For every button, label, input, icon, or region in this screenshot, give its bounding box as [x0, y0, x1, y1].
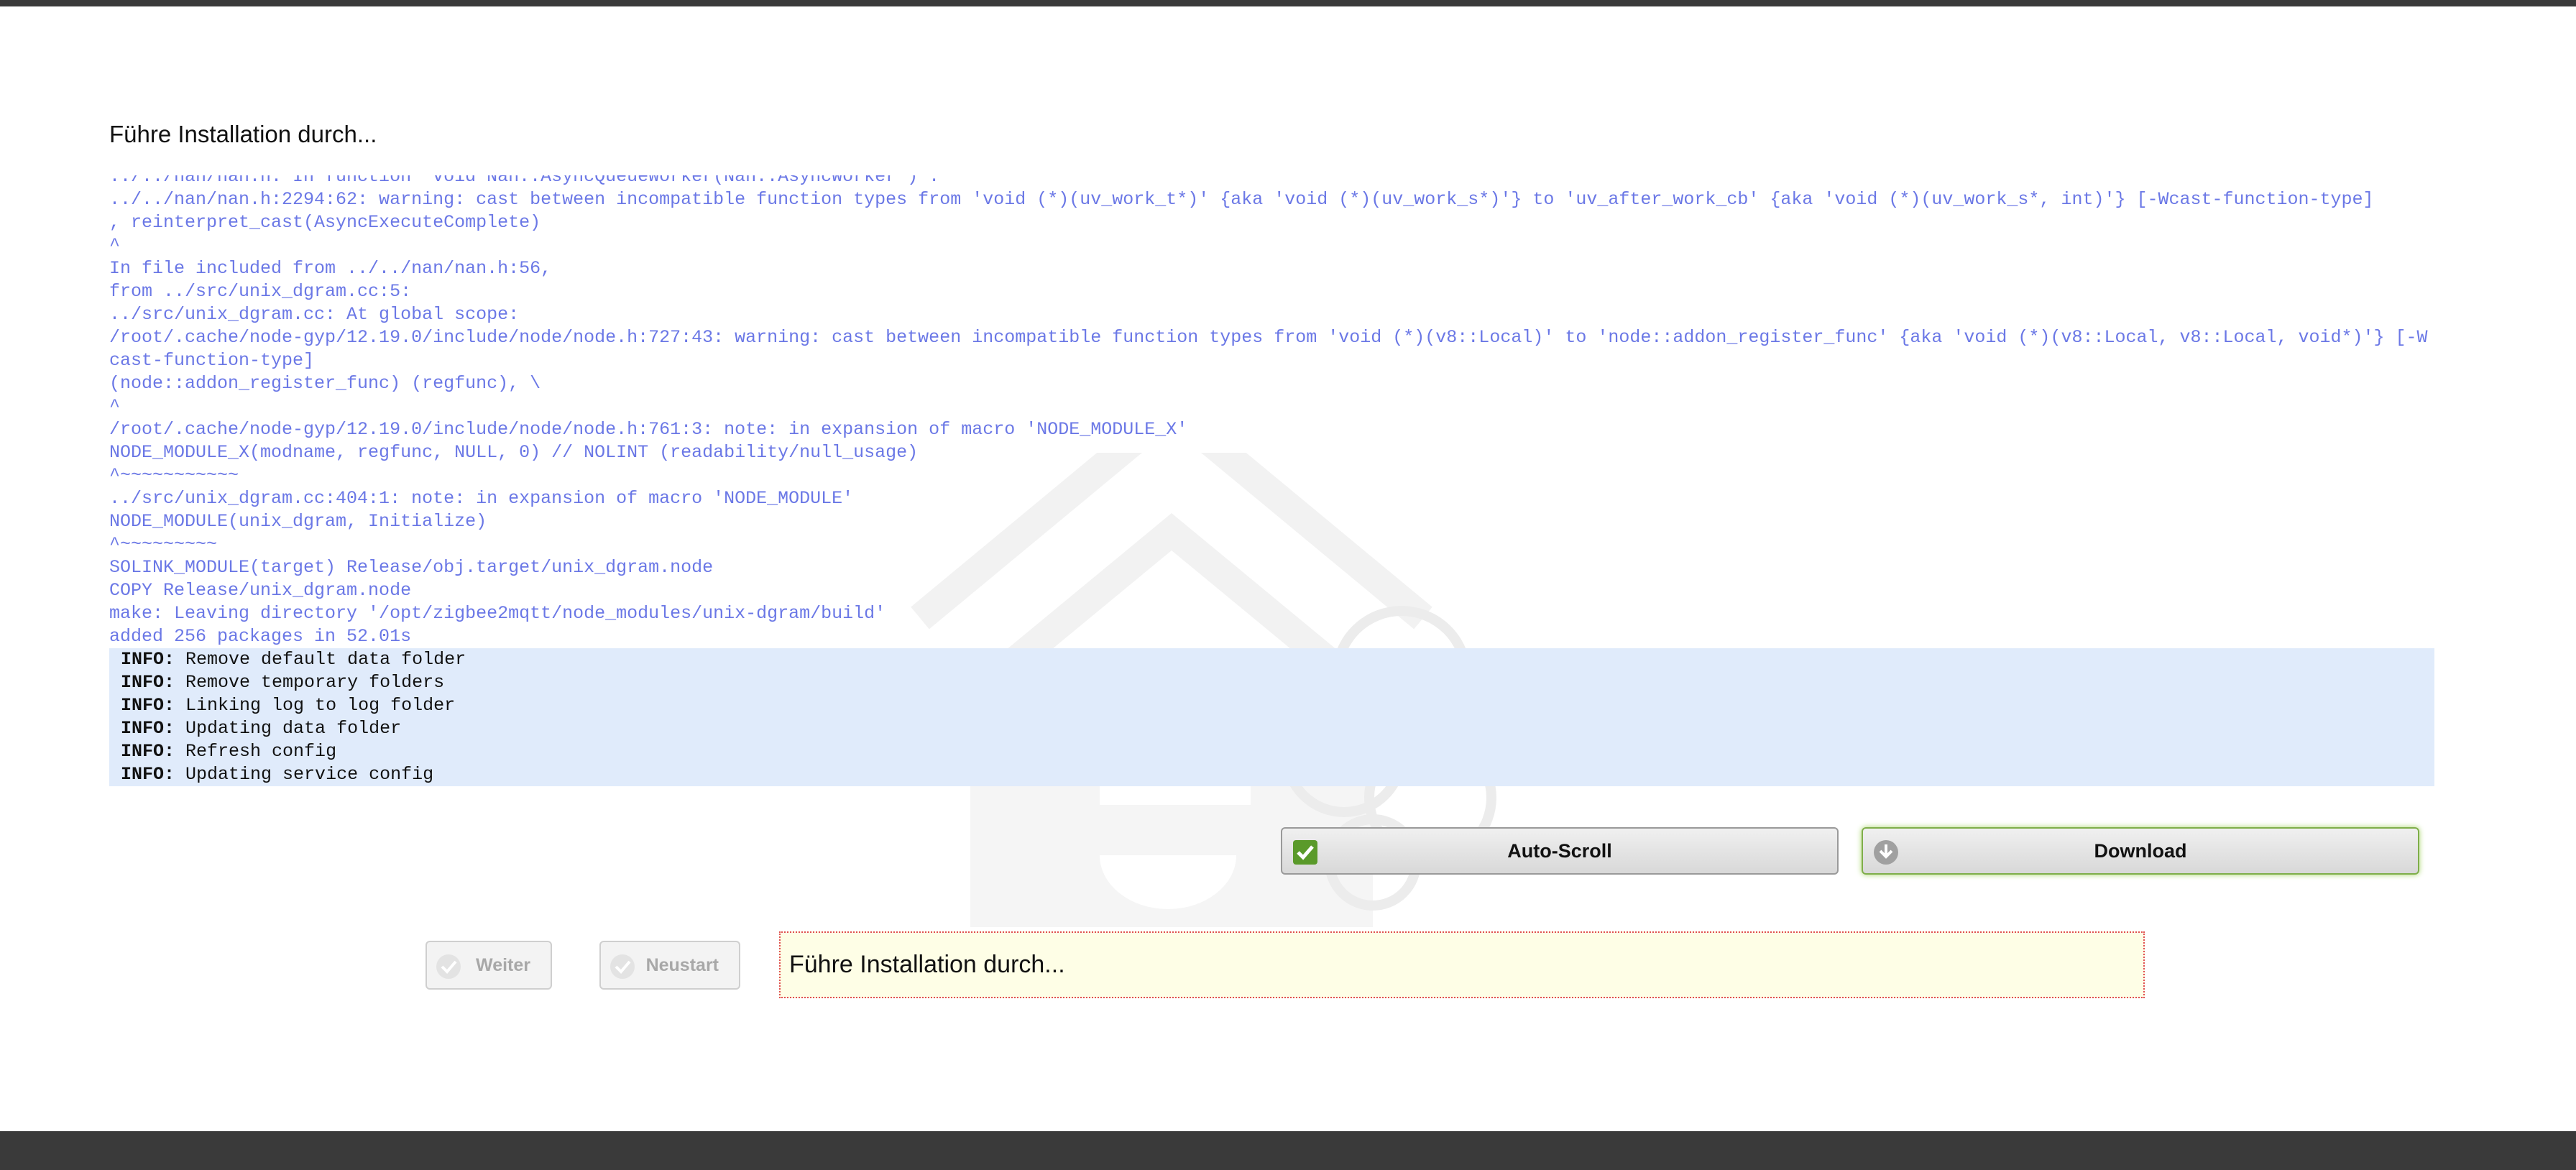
info-prefix: INFO:	[121, 741, 175, 762]
weiter-label: Weiter	[476, 954, 530, 975]
log-line: ^	[109, 235, 121, 256]
log-line: ../../nan/nan.h:2294:62: warning: cast b…	[109, 189, 2374, 210]
log-line: ../src/unix_dgram.cc: At global scope:	[109, 304, 520, 325]
info-line: INFO: Updating data folder	[121, 717, 2434, 740]
info-prefix: INFO:	[121, 764, 175, 785]
status-message: Führe Installation durch...	[779, 931, 2145, 998]
log-line: ../../nan/nan.h: In function 'void Nan::…	[109, 175, 940, 187]
log-line: added 256 packages in 52.01s	[109, 626, 412, 647]
info-line: INFO: Remove temporary folders	[121, 671, 2434, 694]
download-label: Download	[2094, 839, 2187, 862]
checkmark-icon	[610, 954, 635, 979]
page-title: Führe Installation durch...	[109, 121, 377, 147]
info-prefix: INFO:	[121, 649, 175, 670]
info-text: Remove default data folder	[185, 649, 466, 670]
info-prefix: INFO:	[121, 718, 175, 739]
bottom-frame-bar	[0, 1131, 2576, 1170]
log-line: , reinterpret_cast(AsyncExecuteComplete)	[109, 212, 541, 233]
top-frame-bar	[0, 0, 2576, 6]
info-text: Updating data folder	[185, 718, 402, 739]
info-block: INFO: Remove default data folder INFO: R…	[109, 648, 2434, 786]
log-line: ^	[109, 396, 121, 417]
log-line: make: Leaving directory '/opt/zigbee2mqt…	[109, 603, 886, 624]
log-line: ../src/unix_dgram.cc:404:1: note: in exp…	[109, 488, 854, 509]
info-line: INFO: Updating service config	[121, 763, 2434, 786]
download-arrow-icon	[1874, 840, 1898, 865]
checkbox-checked-icon	[1293, 840, 1317, 865]
info-text: Remove temporary folders	[185, 672, 445, 693]
log-line: /root/.cache/node-gyp/12.19.0/include/no…	[109, 419, 1188, 440]
info-text: Refresh config	[185, 741, 337, 762]
info-text: Linking log to log folder	[185, 695, 456, 716]
log-line: COPY Release/unix_dgram.node	[109, 580, 412, 601]
neustart-label: Neustart	[645, 954, 719, 975]
info-line: INFO: Linking log to log folder	[121, 694, 2434, 717]
log-line: (node::addon_register_func) (regfunc), \	[109, 373, 541, 394]
checkmark-icon	[436, 954, 461, 979]
log-line: from ../src/unix_dgram.cc:5:	[109, 281, 412, 302]
download-button[interactable]: Download	[1862, 827, 2419, 875]
log-line: /root/.cache/node-gyp/12.19.0/include/no…	[109, 327, 2428, 371]
weiter-button[interactable]: Weiter	[426, 941, 552, 990]
info-line: INFO: Refresh config	[121, 740, 2434, 763]
neustart-button[interactable]: Neustart	[599, 941, 740, 990]
log-line: In file included from ../../nan/nan.h:56…	[109, 258, 552, 279]
info-line: INFO: Remove default data folder	[121, 648, 2434, 671]
install-log[interactable]: ../../nan/nan.h: In function 'void Nan::…	[109, 175, 2434, 815]
auto-scroll-button[interactable]: Auto-Scroll	[1281, 827, 1839, 875]
log-line: ^~~~~~~~~~	[109, 534, 218, 555]
log-line: ^~~~~~~~~~~~	[109, 465, 239, 486]
log-line: SOLINK_MODULE(target) Release/obj.target…	[109, 557, 714, 578]
info-prefix: INFO:	[121, 695, 175, 716]
auto-scroll-label: Auto-Scroll	[1507, 839, 1612, 862]
info-text: Updating service config	[185, 764, 434, 785]
info-prefix: INFO:	[121, 672, 175, 693]
log-line: NODE_MODULE_X(modname, regfunc, NULL, 0)…	[109, 442, 919, 463]
log-line: NODE_MODULE(unix_dgram, Initialize)	[109, 511, 487, 532]
